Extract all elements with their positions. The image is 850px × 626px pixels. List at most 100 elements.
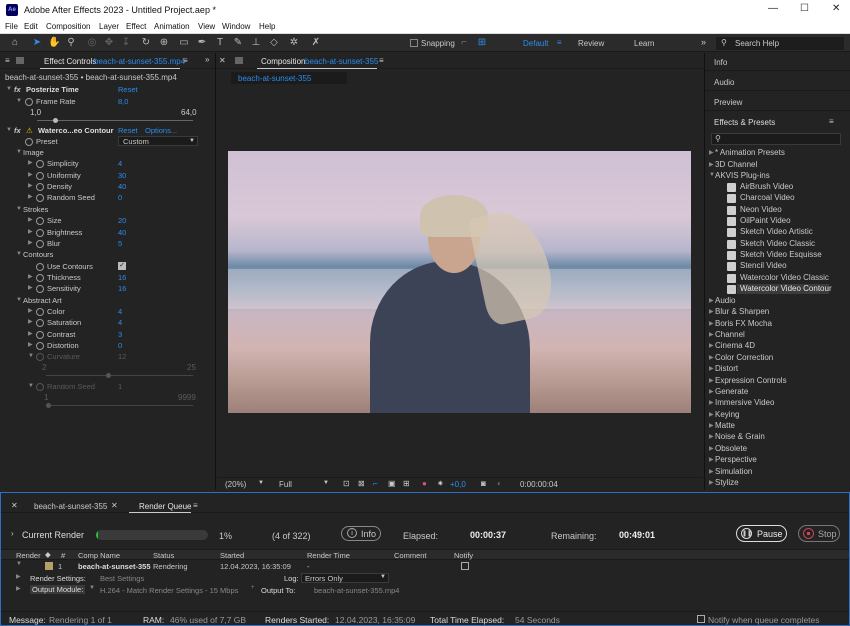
menu-window[interactable]: Window bbox=[222, 22, 250, 31]
param-value[interactable]: 0 bbox=[118, 192, 122, 203]
expand-icon[interactable]: ▼ bbox=[28, 381, 34, 392]
stopwatch-icon[interactable] bbox=[36, 273, 44, 282]
slider-knob[interactable] bbox=[53, 118, 58, 123]
group-strokes-label[interactable]: Strokes bbox=[23, 204, 48, 215]
pan-tool-icon[interactable]: ✥ bbox=[103, 37, 115, 49]
tab-effect-controls-file[interactable]: beach-at-sunset-355.mp4 bbox=[94, 57, 185, 66]
expand-icon[interactable]: ▶ bbox=[28, 283, 33, 294]
col-notify[interactable]: Notify bbox=[454, 551, 473, 560]
effects-category[interactable]: Keying bbox=[715, 410, 739, 419]
effect-item[interactable]: Sketch Video Classic bbox=[740, 239, 815, 248]
clone-stamp-icon[interactable]: ⊥ bbox=[250, 37, 262, 49]
close-icon[interactable]: ✕ bbox=[111, 501, 118, 510]
puppet-pin-icon[interactable]: ✗ bbox=[310, 37, 322, 49]
eraser-tool-icon[interactable]: ◇ bbox=[268, 37, 280, 49]
show-snapshot-icon[interactable]: ◐ bbox=[497, 479, 502, 488]
expand-icon[interactable]: ▶ bbox=[709, 161, 714, 168]
stopwatch-icon[interactable] bbox=[36, 193, 44, 202]
snapshot-icon[interactable]: ◙ bbox=[481, 479, 486, 488]
col-comp-name[interactable]: Comp Name bbox=[78, 551, 120, 560]
exposure-icon[interactable]: ✷ bbox=[437, 479, 444, 488]
watercolor-options-button[interactable]: Options... bbox=[145, 125, 177, 136]
menu-view[interactable]: View bbox=[198, 22, 215, 31]
zoom-tool-icon[interactable]: ⚲ bbox=[65, 37, 77, 49]
stop-button[interactable]: Stop bbox=[798, 525, 840, 542]
expand-icon[interactable]: ▶ bbox=[28, 227, 33, 238]
effects-category[interactable]: Blur & Sharpen bbox=[715, 307, 769, 316]
orbit-tool-icon[interactable]: ◎ bbox=[86, 37, 98, 49]
tab-menu-icon[interactable]: ≡ bbox=[379, 56, 384, 65]
effects-category[interactable]: Audio bbox=[715, 296, 735, 305]
chevron-down-icon[interactable]: ▼ bbox=[89, 585, 95, 591]
param-value[interactable]: 40 bbox=[118, 181, 126, 192]
expand-icon[interactable]: › bbox=[11, 529, 14, 538]
tab-timeline[interactable]: beach-at-sunset-355 bbox=[34, 502, 107, 511]
stopwatch-icon[interactable] bbox=[36, 352, 44, 361]
exposure-value[interactable]: +0,0 bbox=[450, 480, 466, 489]
menu-help[interactable]: Help bbox=[259, 22, 275, 31]
table-row[interactable]: ▼ 1 beach-at-sunset-355 Rendering 12.04.… bbox=[1, 561, 849, 572]
expand-icon[interactable]: ▼ bbox=[16, 295, 22, 306]
stopwatch-icon[interactable] bbox=[36, 382, 44, 391]
mask-icon[interactable]: ⌐ bbox=[373, 479, 378, 488]
group-contours-label[interactable]: Contours bbox=[23, 249, 53, 260]
menu-layer[interactable]: Layer bbox=[99, 22, 119, 31]
expand-icon[interactable]: ▶ bbox=[709, 297, 714, 304]
col-started[interactable]: Started bbox=[220, 551, 244, 560]
expand-icon[interactable]: ▼ bbox=[6, 125, 12, 136]
expand-icon[interactable]: ▶ bbox=[28, 181, 33, 192]
expand-icon[interactable]: ▶ bbox=[16, 585, 21, 592]
expand-icon[interactable]: ▶ bbox=[28, 215, 33, 226]
region-icon[interactable]: ⊡ bbox=[343, 479, 350, 488]
stopwatch-icon[interactable] bbox=[36, 159, 44, 168]
menu-composition[interactable]: Composition bbox=[46, 22, 90, 31]
expand-icon[interactable]: ▶ bbox=[709, 479, 714, 486]
pen-tool-icon[interactable]: ✒ bbox=[196, 37, 208, 49]
expand-icon[interactable]: ▶ bbox=[709, 320, 714, 327]
type-tool-icon[interactable]: T bbox=[214, 37, 226, 49]
expand-icon[interactable]: ▶ bbox=[28, 238, 33, 249]
effects-category[interactable]: Expression Controls bbox=[715, 376, 787, 385]
effects-category[interactable]: Boris FX Mocha bbox=[715, 319, 772, 328]
stopwatch-icon[interactable] bbox=[36, 239, 44, 248]
effect-item[interactable]: Sketch Video Artistic bbox=[740, 227, 813, 236]
rectangle-tool-icon[interactable]: ▭ bbox=[178, 37, 190, 49]
minimize-icon[interactable]: — bbox=[768, 3, 778, 14]
menu-animation[interactable]: Animation bbox=[154, 22, 190, 31]
tab-menu-icon[interactable]: ≡ bbox=[193, 501, 198, 510]
zoom-dropdown[interactable]: (20%) bbox=[225, 480, 246, 489]
expand-icon[interactable]: ▶ bbox=[28, 329, 33, 340]
expand-icon[interactable]: ▼ bbox=[28, 351, 34, 362]
group-image-label[interactable]: Image bbox=[23, 147, 44, 158]
anchor-tool-icon[interactable]: ⊕ bbox=[158, 37, 170, 49]
fx-icon[interactable]: fx bbox=[14, 84, 21, 95]
param-value[interactable]: 0 bbox=[118, 340, 122, 351]
close-icon[interactable]: ✕ bbox=[832, 3, 840, 14]
menu-edit[interactable]: Edit bbox=[24, 22, 38, 31]
expand-icon[interactable]: ▶ bbox=[28, 272, 33, 283]
fx-icon[interactable]: fx bbox=[14, 125, 21, 136]
stopwatch-icon[interactable] bbox=[36, 171, 44, 180]
comp-subtab[interactable]: beach-at-sunset-355 bbox=[231, 72, 347, 84]
resolution-dropdown[interactable]: Full bbox=[279, 480, 292, 489]
param-value[interactable]: 16 bbox=[118, 283, 126, 294]
panel-menu-icon[interactable]: ≡ bbox=[829, 117, 834, 126]
menu-file[interactable]: File bbox=[5, 22, 18, 31]
expand-icon[interactable]: ▶ bbox=[28, 306, 33, 317]
effect-item-selected[interactable]: Watercolor Video Contour bbox=[740, 284, 832, 293]
expand-icon[interactable]: ▶ bbox=[709, 149, 714, 156]
effects-category[interactable]: Channel bbox=[715, 330, 745, 339]
col-render-time[interactable]: Render Time bbox=[307, 551, 350, 560]
expand-icon[interactable]: ▼ bbox=[16, 147, 22, 158]
param-value[interactable]: 4 bbox=[118, 317, 122, 328]
workspace-learn[interactable]: Learn bbox=[634, 39, 654, 48]
expand-icon[interactable]: ▶ bbox=[709, 342, 714, 349]
snap-grid-icon[interactable]: ⊞ bbox=[476, 37, 488, 49]
notify-checkbox[interactable] bbox=[461, 562, 469, 570]
effects-category[interactable]: Generate bbox=[715, 387, 748, 396]
snapping-checkbox[interactable] bbox=[410, 39, 418, 47]
snap-icon[interactable]: ⌐ bbox=[458, 37, 470, 49]
expand-icon[interactable]: ▼ bbox=[16, 96, 22, 107]
panel-menu-icon[interactable]: ≡ bbox=[5, 56, 10, 65]
col-number[interactable]: # bbox=[61, 551, 65, 560]
